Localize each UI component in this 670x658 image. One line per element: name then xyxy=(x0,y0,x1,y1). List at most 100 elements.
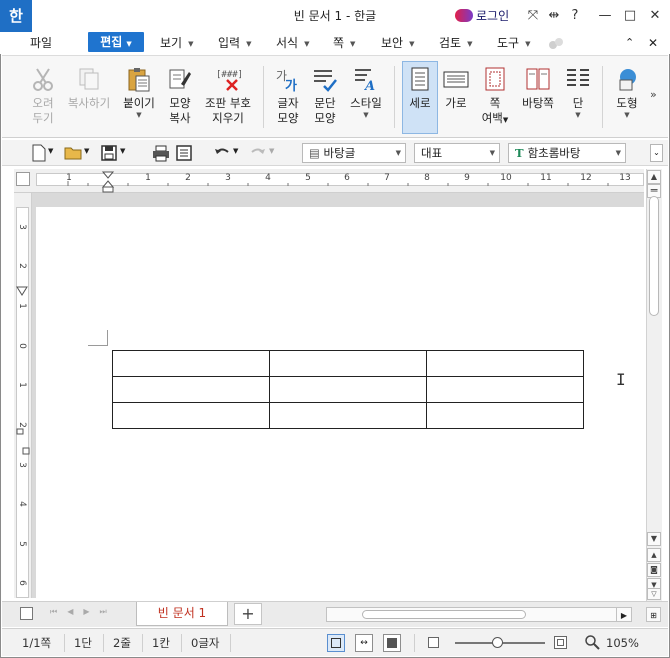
zoom-level[interactable]: 105% xyxy=(606,636,639,650)
cut-button[interactable]: 오려 두기 xyxy=(28,60,58,136)
minimize-button[interactable]: — xyxy=(594,6,616,26)
document-tab[interactable]: 빈 문서 1 xyxy=(136,602,228,626)
font-combo[interactable]: T 함초롬바탕 ▼ xyxy=(508,143,626,163)
width-view-button[interactable]: ↔ xyxy=(355,634,373,652)
scroll-down-button[interactable]: ▼ xyxy=(647,532,661,546)
page-select-icon[interactable]: ◙ xyxy=(647,563,661,577)
vertical-scroll-thumb[interactable] xyxy=(649,196,659,316)
clipboard-icon xyxy=(128,68,150,92)
new-document-icon[interactable] xyxy=(30,144,48,162)
facing-pages-icon xyxy=(526,68,550,90)
facing-pages-button[interactable]: 바탕쪽 xyxy=(518,60,558,136)
tab-list-icon[interactable] xyxy=(20,607,33,620)
chevron-down-icon[interactable]: ▼ xyxy=(120,147,125,155)
scroll-up-button[interactable]: ▲ xyxy=(647,170,661,184)
full-view-button[interactable] xyxy=(383,634,401,652)
tab-menu-button[interactable]: ⊞ xyxy=(646,607,661,622)
horizontal-scroll-thumb[interactable] xyxy=(362,610,526,619)
zoom-slider-thumb[interactable] xyxy=(492,637,503,648)
zoom-in-icon[interactable] xyxy=(554,636,567,649)
menu-security[interactable]: 보안 ▼ xyxy=(381,32,414,54)
status-cell[interactable]: 1칸 xyxy=(152,636,170,650)
save-icon[interactable] xyxy=(100,144,118,162)
next-page-alt-button[interactable]: ▽ xyxy=(647,588,661,600)
table-cell[interactable] xyxy=(269,376,427,403)
ribbon-separator xyxy=(263,66,264,128)
style-combo[interactable]: ▤ 바탕글 ▼ xyxy=(302,143,406,163)
portrait-button[interactable]: 세로 xyxy=(402,60,438,136)
char-shape-button[interactable]: 가가 글자 모양 xyxy=(272,60,304,136)
chevron-down-icon[interactable]: ▼ xyxy=(48,147,53,155)
table-row-marker-icon[interactable] xyxy=(16,428,30,456)
ribbon-separator xyxy=(394,66,395,128)
zoom-out-icon[interactable] xyxy=(428,637,439,648)
format-copy-button[interactable]: 모양 복사 xyxy=(164,60,196,136)
shapes-button[interactable]: 도형 ▼ xyxy=(612,60,642,136)
clear-marks-button[interactable]: [###] 조판 부호 지우기 xyxy=(200,60,256,136)
language-combo[interactable]: 대표 ▼ xyxy=(414,143,500,163)
table-cell[interactable] xyxy=(426,350,584,377)
menu-format[interactable]: 서식 ▼ xyxy=(276,32,309,54)
undo-icon[interactable] xyxy=(213,144,231,162)
table-cell[interactable] xyxy=(112,376,270,403)
tab-nav-icons[interactable]: ⏮◀▶⏭ xyxy=(50,607,117,617)
maximize-button[interactable]: □ xyxy=(619,6,641,26)
login-button[interactable]: 로그인 xyxy=(476,8,509,24)
split-view-icon[interactable]: ⇹ xyxy=(543,6,565,26)
menu-insert[interactable]: 입력 ▼ xyxy=(218,32,251,54)
ruler-corner-icon[interactable] xyxy=(16,172,30,186)
columns-button[interactable]: 단 ▼ xyxy=(562,60,594,136)
fullscreen-icon[interactable]: ⤧ xyxy=(522,6,544,26)
open-folder-icon[interactable] xyxy=(64,144,82,162)
status-column[interactable]: 1단 xyxy=(74,636,92,650)
page-margin-button[interactable]: 쪽 여백▼ xyxy=(478,60,512,136)
toolbar-expand-icon[interactable]: ⌄ xyxy=(650,144,663,162)
table-cell[interactable] xyxy=(112,402,270,429)
indent-marker-icon[interactable] xyxy=(102,171,114,193)
menu-edit[interactable]: 편집 ▼ xyxy=(88,32,144,52)
menu-tools[interactable]: 도구 ▼ xyxy=(497,32,530,54)
chevron-down-icon[interactable]: ▼ xyxy=(269,147,274,155)
addon-icon[interactable] xyxy=(548,36,564,50)
status-line[interactable]: 2줄 xyxy=(113,636,131,650)
style-button[interactable]: A 스타일 ▼ xyxy=(346,60,386,136)
document-table[interactable] xyxy=(112,350,584,429)
status-chars[interactable]: 0글자 xyxy=(191,636,219,650)
table-cell[interactable] xyxy=(426,402,584,429)
close-button[interactable]: ✕ xyxy=(644,6,666,26)
scroll-right-button[interactable]: ▶ xyxy=(616,607,632,622)
top-margin-marker-icon[interactable] xyxy=(16,286,28,296)
menu-review[interactable]: 검토 ▼ xyxy=(439,32,472,54)
para-shape-button[interactable]: 문단 모양 xyxy=(309,60,341,136)
table-cell[interactable] xyxy=(112,350,270,377)
landscape-button[interactable]: 가로 xyxy=(440,60,472,136)
chevron-down-icon[interactable]: ▼ xyxy=(233,147,238,155)
print-icon[interactable] xyxy=(152,144,170,162)
add-tab-button[interactable]: + xyxy=(234,603,262,625)
help-button[interactable]: ? xyxy=(564,6,586,26)
format-painter-icon xyxy=(169,69,191,89)
ribbon-more-icon[interactable]: » xyxy=(650,88,657,101)
menu-file[interactable]: 파일 xyxy=(30,32,52,54)
paste-button[interactable]: 붙이기 ▼ xyxy=(120,60,158,136)
table-cell[interactable] xyxy=(426,376,584,403)
page-view-button[interactable] xyxy=(327,634,345,652)
menu-view[interactable]: 보기 ▼ xyxy=(160,32,193,54)
table-cell[interactable] xyxy=(269,402,427,429)
redo-icon[interactable] xyxy=(249,144,267,162)
ribbon-collapse-icon[interactable]: ⌃ xyxy=(625,32,634,54)
prev-page-button[interactable]: ▲ xyxy=(647,548,661,562)
columns-icon xyxy=(567,69,589,86)
menu-page[interactable]: 쪽 ▼ xyxy=(333,32,355,54)
login-icon[interactable] xyxy=(455,9,473,22)
chevron-down-icon: ▼ xyxy=(136,111,142,119)
document-close-icon[interactable]: ✕ xyxy=(648,32,658,54)
chevron-down-icon: ▼ xyxy=(188,39,194,48)
preview-icon[interactable] xyxy=(175,144,193,162)
magnifier-icon[interactable] xyxy=(584,634,600,650)
status-page[interactable]: 1/1쪽 xyxy=(22,636,51,650)
hwp-logo-icon[interactable]: 한 xyxy=(0,0,32,32)
table-cell[interactable] xyxy=(269,350,427,377)
chevron-down-icon[interactable]: ▼ xyxy=(84,147,89,155)
copy-button[interactable]: 복사하기 xyxy=(64,60,114,136)
